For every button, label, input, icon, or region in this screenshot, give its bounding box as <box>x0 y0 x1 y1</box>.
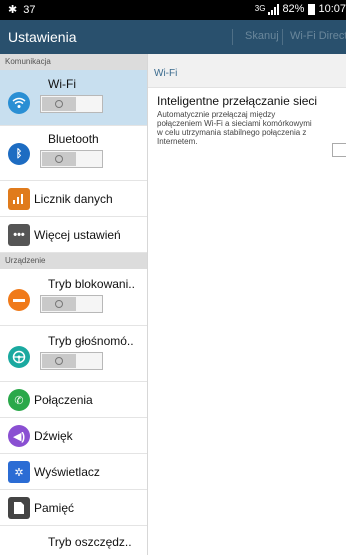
divider <box>232 29 233 45</box>
sidebar-item-label: Bluetooth <box>48 132 99 146</box>
battery-icon <box>308 3 316 15</box>
sidebar-item-label: Licznik danych <box>34 192 113 206</box>
sidebar-item-label: Wyświetlacz <box>34 465 100 479</box>
battery-percent: 82% <box>282 3 305 15</box>
toggle-knob <box>42 152 76 166</box>
sidebar-item-label: Połączenia <box>34 393 93 407</box>
page-title: Ustawienia <box>8 29 77 45</box>
sd-card-icon <box>8 497 30 519</box>
toggle-knob <box>42 354 76 368</box>
bluetooth-icon: ᛒ <box>8 143 30 165</box>
settings-list[interactable]: Komunikacja Wi-Fi ᛒ Bluetooth Licznik da… <box>0 54 148 555</box>
clock: 10:07 <box>318 3 346 15</box>
toggle-knob <box>42 97 76 111</box>
usb-icon: ✱ <box>8 4 18 16</box>
status-left: ✱ 37 <box>8 3 36 17</box>
status-right: 3G 82% 10:07 <box>255 3 346 15</box>
network-type: 3G <box>254 4 266 13</box>
sidebar-item-label: Tryb blokowani.. <box>48 277 135 291</box>
scan-button[interactable]: Skanuj <box>245 30 279 42</box>
sidebar-item-blocking-mode[interactable]: Tryb blokowani.. <box>0 269 147 326</box>
divider <box>282 29 283 45</box>
bluetooth-toggle[interactable] <box>40 150 103 168</box>
status-bar: ✱ 37 3G 82% 10:07 <box>0 0 346 20</box>
sidebar-item-bluetooth[interactable]: ᛒ Bluetooth <box>0 126 147 181</box>
detail-pane: Wi-Fi Inteligentne przełączanie sieci Au… <box>148 54 346 555</box>
sidebar-item-display[interactable]: ✲ Wyświetlacz <box>0 454 147 490</box>
sidebar-item-label: Wi-Fi <box>48 77 76 91</box>
wifi-icon <box>8 92 30 114</box>
sidebar-item-wifi[interactable]: Wi-Fi <box>0 70 147 126</box>
phone-icon: ✆ <box>8 389 30 411</box>
sidebar-item-calls[interactable]: ✆ Połączenia <box>0 382 147 418</box>
smart-network-switch-description: Automatycznie przełączaj między połączen… <box>157 110 312 146</box>
section-header-device: Urządzenie <box>0 253 147 269</box>
speaker-icon: ◀) <box>8 425 30 447</box>
data-usage-icon <box>8 188 30 210</box>
signal-icon <box>268 3 280 15</box>
smart-network-switch-checkbox[interactable] <box>332 143 346 157</box>
action-bar: Ustawienia Skanuj Wi-Fi Direct <box>0 20 346 54</box>
steering-wheel-icon <box>8 346 30 368</box>
wifi-direct-button[interactable]: Wi-Fi Direct <box>290 30 346 42</box>
sidebar-item-storage[interactable]: Pamięć <box>0 490 147 526</box>
blocking-mode-toggle[interactable] <box>40 295 103 313</box>
detail-header: Wi-Fi <box>148 54 346 88</box>
smart-network-switch-title[interactable]: Inteligentne przełączanie sieci <box>157 94 317 108</box>
driving-mode-toggle[interactable] <box>40 352 103 370</box>
sidebar-item-label: Pamięć <box>34 501 75 515</box>
sidebar-item-label: Dźwięk <box>34 429 73 443</box>
sidebar-item-label: Więcej ustawień <box>34 228 121 242</box>
more-icon: ••• <box>8 224 30 246</box>
sidebar-item-label: Tryb głośnomó.. <box>48 334 134 348</box>
detail-header-title: Wi-Fi <box>154 68 178 79</box>
blocking-mode-icon <box>8 289 30 311</box>
wifi-toggle[interactable] <box>40 95 103 113</box>
notification-count: 37 <box>23 3 36 16</box>
sidebar-item-data-usage[interactable]: Licznik danych <box>0 181 147 217</box>
brightness-icon: ✲ <box>8 461 30 483</box>
sidebar-item-driving-mode[interactable]: Tryb głośnomó.. <box>0 326 147 382</box>
sidebar-item-sound[interactable]: ◀) Dźwięk <box>0 418 147 454</box>
sidebar-item-more-settings[interactable]: ••• Więcej ustawień <box>0 217 147 253</box>
section-header-connections: Komunikacja <box>0 54 147 70</box>
sidebar-item-label: Tryb oszczędz.. <box>48 535 132 549</box>
toggle-knob <box>42 297 76 311</box>
sidebar-item-power-saving[interactable]: Tryb oszczędz.. <box>0 526 147 555</box>
